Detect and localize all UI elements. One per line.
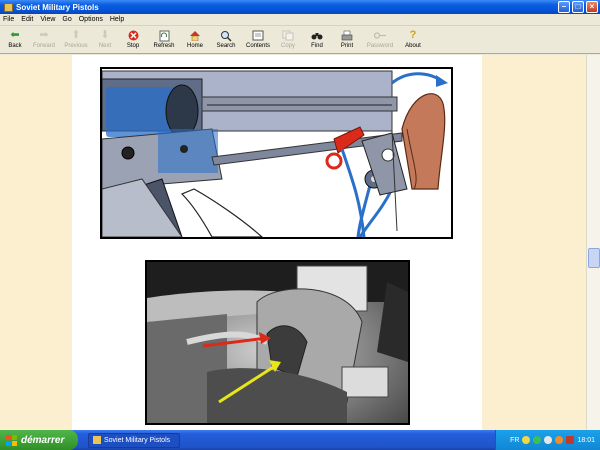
binoculars-icon (311, 29, 324, 42)
toolbar: ⬅ Back ➡ Forward ⬆ Previous ⬇ Next Stop … (0, 27, 600, 54)
mechanism-diagram (100, 67, 453, 239)
search-icon (220, 29, 233, 42)
arrow-right-icon: ➡ (39, 29, 49, 41)
mail-icon[interactable] (566, 436, 575, 444)
minimize-button[interactable]: – (558, 1, 570, 13)
app-icon (4, 2, 13, 12)
menu-bar: File Edit View Go Options Help (0, 14, 600, 26)
forward-button[interactable]: ➡ Forward (28, 27, 60, 49)
stop-button[interactable]: Stop (118, 27, 148, 49)
find-button[interactable]: Find (302, 27, 332, 49)
key-icon (373, 29, 387, 42)
home-icon (189, 29, 202, 42)
language-indicator[interactable]: FR (510, 437, 519, 444)
previous-button[interactable]: ⬆ Previous (60, 27, 92, 49)
contents-button[interactable]: Contents (242, 27, 274, 49)
stop-icon (127, 29, 140, 42)
taskbar-item-app[interactable]: Soviet Military Pistols (88, 432, 180, 448)
scrollbar-thumb[interactable] (588, 248, 600, 268)
page-body (72, 55, 482, 430)
arrow-down-icon: ⬇ (100, 29, 110, 41)
system-tray: FR 18:01 (495, 430, 600, 450)
arrow-up-icon: ⬆ (71, 29, 81, 41)
copy-icon (282, 29, 295, 42)
vertical-scrollbar[interactable] (586, 55, 600, 430)
arrow-left-icon: ⬅ (10, 29, 20, 41)
print-button[interactable]: Print (332, 27, 362, 49)
back-button[interactable]: ⬅ Back (2, 27, 28, 49)
app-icon (93, 436, 101, 444)
volume-icon[interactable] (544, 436, 553, 444)
menu-help[interactable]: Help (110, 16, 124, 23)
contents-icon (252, 29, 265, 42)
security-icon[interactable] (555, 436, 564, 444)
application-window: Soviet Military Pistols – □ × File Edit … (0, 0, 600, 450)
content-area[interactable] (0, 55, 600, 430)
maximize-button[interactable]: □ (572, 1, 584, 13)
menu-view[interactable]: View (40, 16, 55, 23)
menu-file[interactable]: File (3, 16, 14, 23)
refresh-icon (158, 29, 171, 42)
taskbar-item-label: Soviet Military Pistols (104, 436, 171, 444)
next-button[interactable]: ⬇ Next (92, 27, 118, 49)
network-icon[interactable] (533, 436, 542, 444)
start-button[interactable]: démarrer (0, 430, 78, 450)
window-title: Soviet Military Pistols (16, 2, 99, 12)
windows-logo-icon (6, 434, 17, 446)
copy-button[interactable]: Copy (274, 27, 302, 49)
password-button[interactable]: Password (362, 27, 398, 49)
search-button[interactable]: Search (210, 27, 242, 49)
start-label: démarrer (21, 434, 65, 446)
menu-options[interactable]: Options (79, 16, 103, 23)
clock: 18:01 (577, 436, 595, 444)
print-icon (341, 29, 354, 42)
title-bar[interactable]: Soviet Military Pistols – □ × (0, 0, 600, 14)
messenger-icon[interactable] (522, 436, 531, 444)
close-button[interactable]: × (586, 1, 598, 13)
about-button[interactable]: ? About (398, 27, 428, 49)
menu-go[interactable]: Go (62, 16, 71, 23)
home-button[interactable]: Home (180, 27, 210, 49)
refresh-button[interactable]: Refresh (148, 27, 180, 49)
mechanism-photo (145, 260, 410, 425)
help-icon: ? (409, 29, 417, 41)
menu-edit[interactable]: Edit (21, 16, 33, 23)
taskbar: démarrer Soviet Military Pistols FR 18:0… (0, 430, 600, 450)
